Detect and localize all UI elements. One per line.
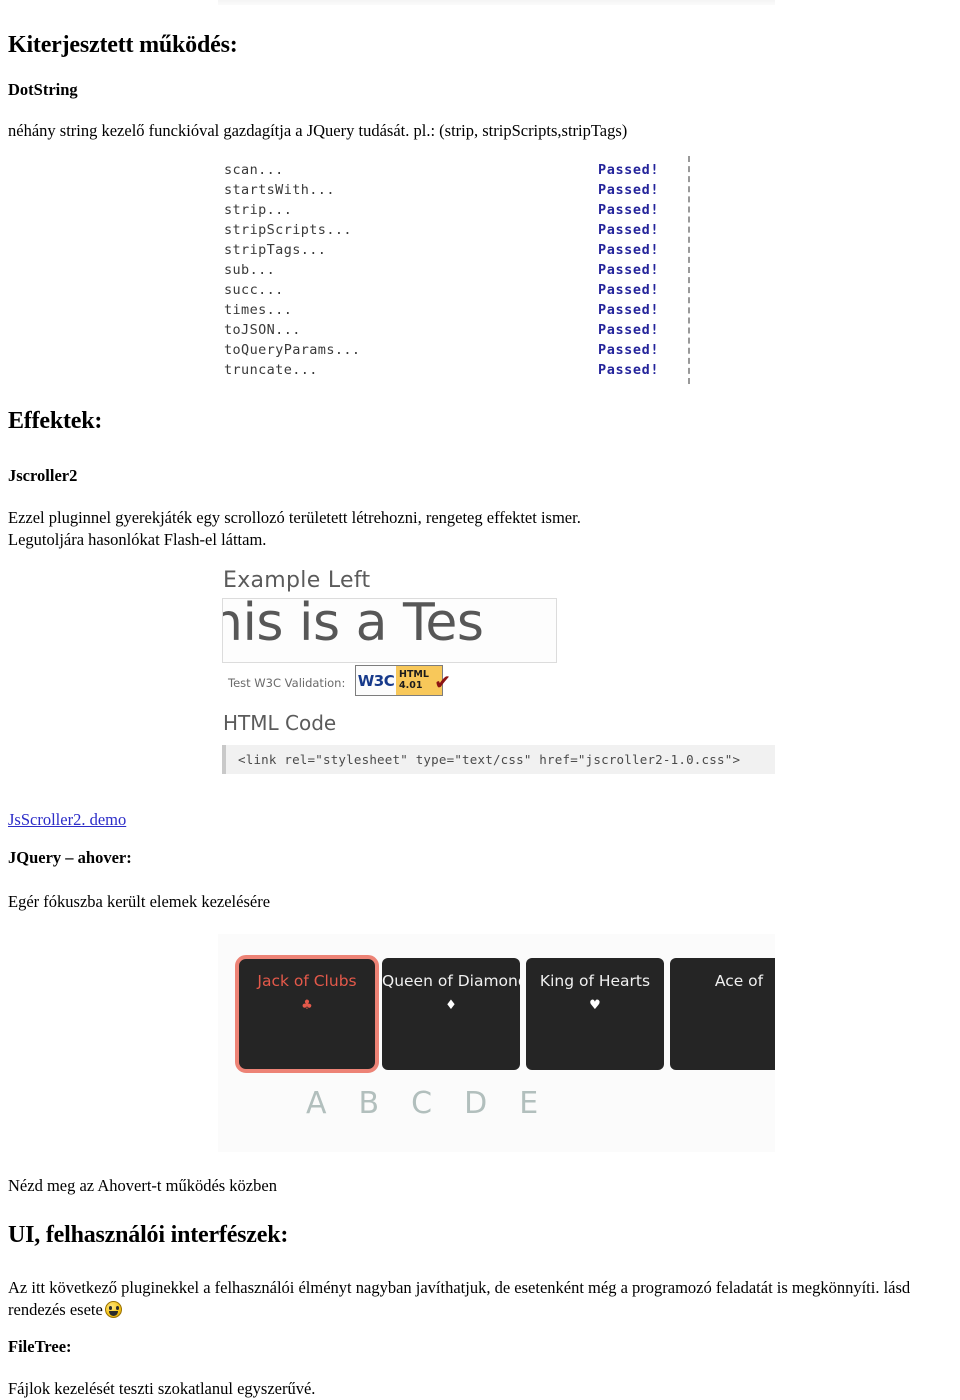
table-row: strip... Passed! <box>218 200 688 220</box>
heading-ui-interfaces: UI, felhasználói interfészek: <box>8 1222 289 1248</box>
w3c-html401-badge-icon[interactable]: W3C HTML 4.01 ✔ <box>355 665 451 696</box>
diamond-suit-icon: ♦ <box>445 998 457 1013</box>
subheading-dotstring: DotString <box>8 80 78 99</box>
paragraph-jscroller2-line2: Legutoljára hasonlókat Flash-el láttam. <box>8 530 267 549</box>
letter-nav-a[interactable]: A <box>306 1086 327 1121</box>
letter-nav-c[interactable]: C <box>411 1086 432 1121</box>
test-status: Passed! <box>598 362 660 378</box>
heart-suit-icon: ♥ <box>589 998 601 1013</box>
test-name: startsWith... <box>224 182 335 198</box>
test-status: Passed! <box>598 202 660 218</box>
link-jsscroller2-demo[interactable]: JsScroller2. demo <box>8 810 126 830</box>
paragraph-filetree-description: Fájlok kezelését teszti szokatlanul egys… <box>8 1379 316 1398</box>
table-row: startsWith... Passed! <box>218 180 688 200</box>
card-ace-of-spades[interactable]: Ace of <box>670 958 775 1070</box>
letter-nav-list: A B C D E <box>306 1086 538 1121</box>
club-suit-icon: ♣ <box>301 998 313 1013</box>
w3c-validation-label: Test W3C Validation: <box>228 676 346 690</box>
table-row: scan... Passed! <box>218 160 688 180</box>
test-status: Passed! <box>598 262 660 278</box>
test-status: Passed! <box>598 182 660 198</box>
test-name: sub... <box>224 262 276 278</box>
test-status: Passed! <box>598 282 660 298</box>
paragraph-ahover-description: Egér fókuszba került elemek kezelésére <box>8 892 271 911</box>
paragraph-dotstring-description: néhány string kezelő funckióval gazdagít… <box>8 121 628 140</box>
ahover-demo-image: Jack of Clubs ♣ Queen of Diamonds ♦ King… <box>218 934 775 1152</box>
paragraph-ahover-demo-caption: Nézd meg az Ahovert-t működés közben <box>8 1176 277 1195</box>
test-status: Passed! <box>598 222 660 238</box>
jscroller-html-code-heading: HTML Code <box>223 711 337 735</box>
paragraph-ui-description-line2: rendezés esete <box>8 1299 122 1321</box>
heading-effects: Effektek: <box>8 408 103 434</box>
test-name: stripScripts... <box>224 222 352 238</box>
heading-extended-features: Kiterjesztett működés: <box>8 32 238 58</box>
test-status: Passed! <box>598 322 660 338</box>
test-results-panel: scan... Passed! startsWith... Passed! st… <box>218 156 690 384</box>
test-name: scan... <box>224 162 284 178</box>
grinning-face-emoji-icon <box>104 1301 122 1318</box>
card-title: Ace of <box>714 972 764 990</box>
letter-nav-e[interactable]: E <box>519 1086 538 1121</box>
dotstring-test-results-image: scan... Passed! startsWith... Passed! st… <box>218 156 775 384</box>
table-row: succ... Passed! <box>218 280 688 300</box>
card-title: King of Hearts <box>539 972 651 990</box>
table-row: truncate... Passed! <box>218 360 688 380</box>
jscroller-example-title: Example Left <box>223 568 371 593</box>
w3c-logo-text: W3C <box>356 666 396 695</box>
test-status: Passed! <box>598 342 660 358</box>
w3c-validation-row: Test W3C Validation: <box>228 676 349 690</box>
card-title: Jack of Clubs <box>257 972 357 990</box>
card-title: Queen of Diamonds <box>382 972 520 990</box>
test-name: truncate... <box>224 362 318 378</box>
table-row: sub... Passed! <box>218 260 688 280</box>
test-name: toJSON... <box>224 322 301 338</box>
test-name: times... <box>224 302 293 318</box>
test-name: strip... <box>224 202 293 218</box>
jscroller-code-block: <link rel="stylesheet" type="text/css" h… <box>222 745 775 774</box>
test-name: succ... <box>224 282 284 298</box>
jscroller-marquee-text: his is a Tes <box>222 598 484 653</box>
card-jack-of-clubs[interactable]: Jack of Clubs ♣ <box>235 955 379 1073</box>
paragraph-ui-description-line1: Az itt következő pluginekkel a felhaszná… <box>8 1278 911 1297</box>
jscroller-scroll-area: his is a Tes <box>222 598 557 663</box>
table-row: times... Passed! <box>218 300 688 320</box>
subheading-filetree: FileTree: <box>8 1337 72 1356</box>
table-row: toJSON... Passed! <box>218 320 688 340</box>
card-queen-of-diamonds[interactable]: Queen of Diamonds ♦ <box>382 958 520 1070</box>
table-row: toQueryParams... Passed! <box>218 340 688 360</box>
table-row: stripTags... Passed! <box>218 240 688 260</box>
ui-description-line2-text: rendezés esete <box>8 1300 103 1319</box>
jscroller2-demo-image: Example Left his is a Tes Test W3C Valid… <box>218 565 775 793</box>
test-name: toQueryParams... <box>224 342 361 358</box>
letter-nav-b[interactable]: B <box>359 1086 380 1121</box>
subheading-jscroller2: Jscroller2 <box>8 466 78 485</box>
test-status: Passed! <box>598 242 660 258</box>
test-status: Passed! <box>598 302 660 318</box>
checkmark-icon: ✔ <box>434 670 451 694</box>
card-list: Jack of Clubs ♣ Queen of Diamonds ♦ King… <box>235 955 775 1073</box>
jscroller-code-snippet: <link rel="stylesheet" type="text/css" h… <box>238 752 741 767</box>
letter-nav-d[interactable]: D <box>464 1086 487 1121</box>
heading-jquery-ahover: JQuery – ahover: <box>8 848 132 867</box>
card-king-of-hearts[interactable]: King of Hearts ♥ <box>526 958 664 1070</box>
cropped-image-strip <box>218 0 775 5</box>
w3c-badge-text: HTML 4.01 ✔ <box>396 666 451 695</box>
paragraph-jscroller2-line1: Ezzel pluginnel gyerekjáték egy scrolloz… <box>8 508 581 527</box>
test-status: Passed! <box>598 162 660 178</box>
test-name: stripTags... <box>224 242 327 258</box>
table-row: stripScripts... Passed! <box>218 220 688 240</box>
